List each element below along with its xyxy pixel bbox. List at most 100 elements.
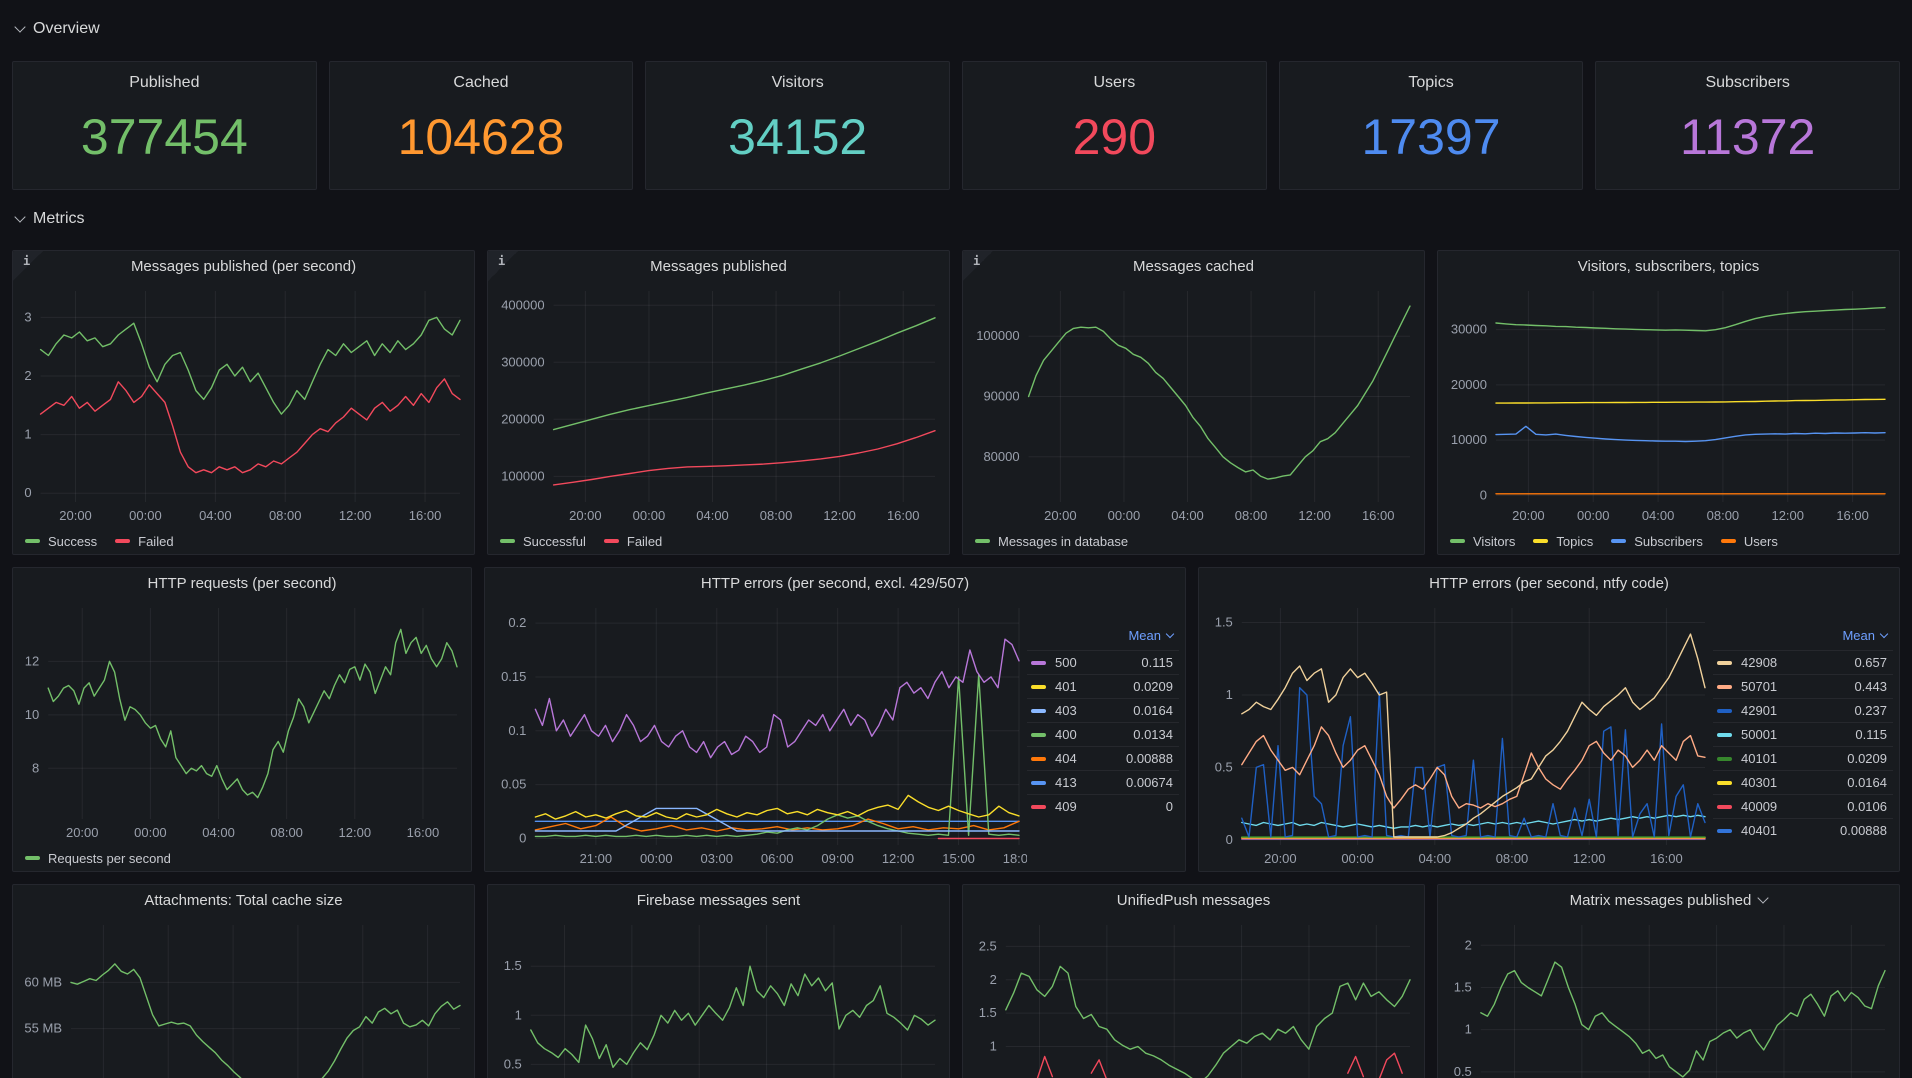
panel-title[interactable]: Attachments: Total cache size: [13, 885, 474, 915]
stat-panel-subscribers[interactable]: Subscribers11372: [1595, 61, 1900, 190]
svg-text:03:00: 03:00: [700, 851, 733, 866]
panel-title[interactable]: Messages published: [488, 251, 949, 281]
legend-item[interactable]: Messages in database: [975, 534, 1128, 549]
svg-text:18:00: 18:00: [1003, 851, 1027, 866]
legend-mean-value: 0: [1166, 799, 1173, 814]
panel-title[interactable]: HTTP errors (per second, ntfy code): [1199, 568, 1899, 598]
svg-text:12:00: 12:00: [823, 508, 856, 523]
panel-firebase-messages: Firebase messages sent 0.511.520:0000:00…: [487, 884, 950, 1078]
svg-text:20:00: 20:00: [1264, 851, 1297, 866]
section-overview[interactable]: Overview: [16, 18, 100, 40]
svg-text:12:00: 12:00: [1573, 851, 1606, 866]
svg-text:12:00: 12:00: [1298, 508, 1331, 523]
legend-item[interactable]: Users: [1721, 534, 1778, 549]
chart-plot[interactable]: 0.511.520:0000:0004:0008:0012:0016:00: [494, 915, 943, 1078]
chart-plot[interactable]: 55 MB60 MB20:0000:0004:0008:0012:0016:00: [19, 915, 468, 1078]
legend-item[interactable]: Subscribers: [1611, 534, 1703, 549]
legend-item[interactable]: Topics: [1533, 534, 1593, 549]
legend-item[interactable]: Successful: [500, 534, 586, 549]
info-icon[interactable]: i: [488, 251, 518, 281]
stat-panel-topics[interactable]: Topics17397: [1279, 61, 1584, 190]
panel-title[interactable]: HTTP requests (per second): [13, 568, 471, 598]
legend-mean-value: 0.0209: [1847, 751, 1887, 766]
panel-title[interactable]: Visitors, subscribers, topics: [1438, 251, 1899, 281]
panel-title[interactable]: Firebase messages sent: [488, 885, 949, 915]
chart-plot[interactable]: 010000200003000020:0000:0004:0008:0012:0…: [1444, 281, 1893, 528]
stat-panel-published[interactable]: Published377454: [12, 61, 317, 190]
mean-sort-header[interactable]: Mean: [1027, 626, 1179, 650]
legend-mean-value: 0.0209: [1133, 679, 1173, 694]
panel-title[interactable]: Messages cached: [963, 251, 1424, 281]
panel-title[interactable]: Matrix messages published: [1438, 885, 1899, 915]
chart-plot[interactable]: 8101220:0000:0004:0008:0012:0016:00: [19, 598, 465, 845]
legend-row[interactable]: 5000.115: [1027, 650, 1179, 674]
mean-sort-header[interactable]: Mean: [1713, 626, 1893, 650]
legend-row[interactable]: 401010.0209: [1713, 746, 1893, 770]
chart-plot[interactable]: 012320:0000:0004:0008:0012:0016:00: [19, 281, 468, 528]
metrics-row-1: i Messages published (per second) 012320…: [12, 250, 1900, 555]
legend-label: Topics: [1556, 534, 1593, 549]
chart-plot[interactable]: 00.511.520:0000:0004:0008:0012:0016:00: [1205, 598, 1713, 871]
chart-plot[interactable]: 800009000010000020:0000:0004:0008:0012:0…: [969, 281, 1418, 528]
legend-item[interactable]: Failed: [115, 534, 173, 549]
legend-row[interactable]: 4030.0164: [1027, 698, 1179, 722]
svg-text:08:00: 08:00: [1496, 851, 1529, 866]
svg-text:04:00: 04:00: [202, 825, 235, 840]
chart-plot[interactable]: 00.050.10.150.221:0000:0003:0006:0009:00…: [491, 598, 1027, 871]
legend-item[interactable]: Visitors: [1450, 534, 1515, 549]
info-icon[interactable]: i: [13, 251, 43, 281]
section-metrics[interactable]: Metrics: [16, 208, 85, 230]
panel-title[interactable]: HTTP errors (per second, excl. 429/507): [485, 568, 1185, 598]
panel-matrix-messages: Matrix messages published 0.511.5220:000…: [1437, 884, 1900, 1078]
legend-row[interactable]: 403010.0164: [1713, 770, 1893, 794]
panel-title[interactable]: Messages published (per second): [13, 251, 474, 281]
legend-label: Successful: [523, 534, 586, 549]
legend-label: 409: [1055, 799, 1077, 814]
legend-mean-value: 0.00674: [1126, 775, 1173, 790]
svg-text:00:00: 00:00: [1577, 508, 1610, 523]
svg-text:21:00: 21:00: [580, 851, 613, 866]
stat-panel-visitors[interactable]: Visitors34152: [645, 61, 950, 190]
legend-mean-value: 0.443: [1854, 679, 1887, 694]
legend-row[interactable]: 4040.00888: [1027, 746, 1179, 770]
legend-row[interactable]: 4000.0134: [1027, 722, 1179, 746]
legend-swatch-icon: [604, 539, 619, 543]
panel-title[interactable]: UnifiedPush messages: [963, 885, 1424, 915]
chart-plot[interactable]: 0.511.5220:0000:0004:0008:0012:0016:00: [1444, 915, 1893, 1078]
legend-row[interactable]: 4130.00674: [1027, 770, 1179, 794]
legend-item[interactable]: Failed: [604, 534, 662, 549]
legend-item[interactable]: Success: [25, 534, 97, 549]
stat-value: 11372: [1596, 92, 1899, 189]
legend-mean-value: 0.115: [1141, 655, 1173, 670]
panel-messages-published: i Messages published 1000002000003000004…: [487, 250, 950, 555]
panel-menu-chevron-icon[interactable]: [1758, 892, 1769, 903]
legend-row[interactable]: 50701 0.443: [1713, 674, 1893, 698]
chart-plot[interactable]: 11.522.520:0000:0004:0008:0012:0016:00: [969, 915, 1418, 1078]
svg-text:0.1: 0.1: [508, 723, 526, 738]
legend-label: Failed: [138, 534, 173, 549]
svg-text:00:00: 00:00: [640, 851, 673, 866]
legend-label: 50701: [1741, 679, 1777, 694]
legend-row[interactable]: 429080.657: [1713, 650, 1893, 674]
legend-row[interactable]: 500010.115: [1713, 722, 1893, 746]
legend-swatch-icon: [1717, 829, 1732, 833]
legend-row[interactable]: 404010.00888: [1713, 818, 1893, 842]
legend-row[interactable]: 400090.0106: [1713, 794, 1893, 818]
stat-value: 377454: [13, 92, 316, 189]
svg-text:2: 2: [1465, 937, 1472, 952]
stat-panel-cached[interactable]: Cached104628: [329, 61, 634, 190]
legend-mean-value: 0.0164: [1847, 775, 1887, 790]
svg-text:8: 8: [32, 760, 39, 775]
svg-text:80000: 80000: [983, 449, 1019, 464]
legend-item[interactable]: Requests per second: [25, 851, 171, 866]
legend-label: Messages in database: [998, 534, 1128, 549]
chart-plot[interactable]: 10000020000030000040000020:0000:0004:000…: [494, 281, 943, 528]
info-icon[interactable]: i: [963, 251, 993, 281]
legend-row[interactable]: 4010.0209: [1027, 674, 1179, 698]
metrics-row-3: Attachments: Total cache size 55 MB60 MB…: [12, 884, 1900, 1078]
svg-text:300000: 300000: [501, 354, 544, 369]
legend-row[interactable]: 409 0: [1027, 794, 1179, 818]
legend-row[interactable]: 429010.237: [1713, 698, 1893, 722]
legend-label: 404: [1055, 751, 1077, 766]
stat-panel-users[interactable]: Users290: [962, 61, 1267, 190]
